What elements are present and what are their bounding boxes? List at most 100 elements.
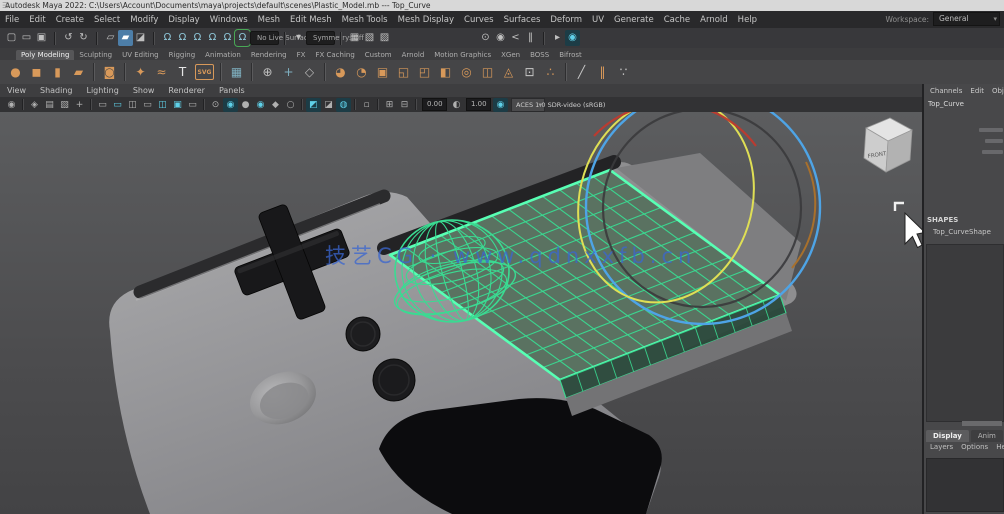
- wireframe-on-shaded-icon[interactable]: ◍: [336, 98, 351, 112]
- menu-item[interactable]: Modify: [125, 15, 163, 25]
- menu-item[interactable]: Surfaces: [499, 15, 546, 25]
- channel-value-row[interactable]: [979, 128, 1003, 132]
- panel-menu-item[interactable]: View: [0, 86, 33, 95]
- shelf-tab[interactable]: XGen: [496, 50, 525, 60]
- loft-icon[interactable]: ≈: [151, 62, 172, 83]
- color-management-icon[interactable]: ◉: [493, 98, 508, 112]
- smooth-mesh-icon[interactable]: ◎: [456, 62, 477, 83]
- sphere-project-icon[interactable]: ◙: [99, 62, 120, 83]
- nav-icon[interactable]: ⊟: [397, 98, 412, 112]
- shelf-menu-icon[interactable]: ☰: [2, 1, 9, 10]
- cache-icon[interactable]: ▧: [362, 30, 377, 46]
- menu-item[interactable]: Edit: [24, 15, 50, 25]
- shelf-tab[interactable]: FX Caching: [310, 50, 359, 60]
- bookmark-icon[interactable]: ▤: [42, 98, 57, 112]
- channel-box-object-name[interactable]: Top_Curve: [924, 97, 1004, 108]
- snap-projected-center-icon[interactable]: Ω: [205, 30, 220, 46]
- hud-icon[interactable]: ▭: [185, 98, 200, 112]
- layer-editor-menu-item[interactable]: Help: [992, 443, 1004, 451]
- playblast-icon[interactable]: ▸: [550, 30, 565, 46]
- panel-menu-item[interactable]: Lighting: [79, 86, 125, 95]
- snap-point-icon[interactable]: Ω: [190, 30, 205, 46]
- menu-item[interactable]: Arnold: [695, 15, 733, 25]
- channel-box-menu-item[interactable]: Channels: [926, 87, 966, 95]
- menu-item[interactable]: Help: [733, 15, 762, 25]
- render-view-icon[interactable]: ⊙: [478, 30, 493, 46]
- panel-menu-item[interactable]: Panels: [212, 86, 252, 95]
- viewport-canvas[interactable]: 技艺CG · www.qdnxxfb.cn FRONT: [0, 112, 922, 514]
- film-gate-icon[interactable]: ▭: [95, 98, 110, 112]
- shelf-tab[interactable]: Bifrost: [554, 50, 587, 60]
- plugin-icon[interactable]: ▫: [359, 98, 374, 112]
- share-icon[interactable]: <: [508, 30, 523, 46]
- shelf-tab[interactable]: Arnold: [397, 50, 430, 60]
- undo-icon[interactable]: ↺: [61, 30, 76, 46]
- shelf-tab[interactable]: Custom: [360, 50, 397, 60]
- poly-cube-icon[interactable]: ◼: [26, 62, 47, 83]
- snap-grid-icon[interactable]: Ω: [160, 30, 175, 46]
- panel-menu-item[interactable]: Shading: [33, 86, 80, 95]
- shelf-tab[interactable]: FX: [292, 50, 311, 60]
- shelf-tab[interactable]: Rendering: [246, 50, 292, 60]
- shelf-tab[interactable]: Poly Modeling: [16, 50, 74, 60]
- type-tool-icon[interactable]: T: [172, 62, 193, 83]
- shape-name[interactable]: Top_CurveShape: [933, 228, 991, 236]
- make-live-icon[interactable]: Ω: [235, 30, 250, 46]
- menu-item[interactable]: Curves: [459, 15, 499, 25]
- construction-history-icon[interactable]: ▦: [347, 30, 362, 46]
- select-component-icon[interactable]: ◪: [133, 30, 148, 46]
- retopo-frame-icon[interactable]: ⊡: [519, 62, 540, 83]
- combine-icon[interactable]: ▣: [372, 62, 393, 83]
- menu-item[interactable]: Edit Mesh: [285, 15, 337, 25]
- svg-tool-icon[interactable]: SVG: [195, 64, 214, 80]
- shelf-tab[interactable]: Animation: [200, 50, 246, 60]
- menu-item[interactable]: Windows: [205, 15, 253, 25]
- snap-align-icon[interactable]: +: [278, 62, 299, 83]
- shelf-tab[interactable]: Sculpting: [74, 50, 117, 60]
- menu-item[interactable]: Select: [89, 15, 125, 25]
- boolean-union-icon[interactable]: ◕: [330, 62, 351, 83]
- safe-title-icon[interactable]: ▣: [170, 98, 185, 112]
- image-plane-icon[interactable]: ▧: [57, 98, 72, 112]
- menu-item[interactable]: Cache: [659, 15, 695, 25]
- poly-plane-icon[interactable]: ▰: [68, 62, 89, 83]
- curve-edit-icon[interactable]: ‖: [592, 62, 613, 83]
- sweep-mesh-icon[interactable]: ▦: [226, 62, 247, 83]
- gate-mask-icon[interactable]: ◫: [125, 98, 140, 112]
- menu-item[interactable]: Create: [51, 15, 89, 25]
- extract-icon[interactable]: ◰: [414, 62, 435, 83]
- layer-editor-tab[interactable]: Anim: [971, 430, 1003, 442]
- exposure-field[interactable]: 0.00: [422, 98, 447, 111]
- shelf-tab[interactable]: UV Editing: [117, 50, 164, 60]
- layer-editor-menu-item[interactable]: Layers: [926, 443, 957, 451]
- gamma-field[interactable]: 1.00: [466, 98, 491, 111]
- grid-toggle-icon[interactable]: ⊞: [382, 98, 397, 112]
- boolean-difference-icon[interactable]: ◔: [351, 62, 372, 83]
- hypershade-icon[interactable]: ◉: [493, 30, 508, 46]
- redo-icon[interactable]: ↻: [76, 30, 91, 46]
- mirror-icon[interactable]: ◫: [477, 62, 498, 83]
- layer-editor-tab[interactable]: Display: [926, 430, 969, 442]
- xray-icon[interactable]: ◪: [321, 98, 336, 112]
- lighting-icon[interactable]: ◉: [223, 98, 238, 112]
- manip-x-axis-arc[interactable]: [594, 112, 756, 146]
- snap-view-plane-icon[interactable]: Ω: [220, 30, 235, 46]
- field-chart-icon[interactable]: ▭: [140, 98, 155, 112]
- channel-box-menu-item[interactable]: Edit: [966, 87, 988, 95]
- input-caret-icon[interactable]: ▾: [291, 30, 306, 46]
- channel-box-menu-item[interactable]: Object: [988, 87, 1004, 95]
- menu-item[interactable]: UV: [587, 15, 609, 25]
- view-transform-select[interactable]: ACES 1.0 SDR-video (sRGB): [511, 98, 545, 112]
- menu-item[interactable]: Mesh: [253, 15, 285, 25]
- layer-editor-menu-item[interactable]: Options: [957, 443, 992, 451]
- resolution-gate-icon[interactable]: ▭: [110, 98, 125, 112]
- sketch-tool-icon[interactable]: ∵: [613, 62, 634, 83]
- shelf-tab[interactable]: Rigging: [164, 50, 201, 60]
- multisample-icon[interactable]: ○: [283, 98, 298, 112]
- ssao-icon[interactable]: ◉: [253, 98, 268, 112]
- menu-item[interactable]: File: [0, 15, 24, 25]
- measure-tool-icon[interactable]: ◇: [299, 62, 320, 83]
- remesh-icon[interactable]: ◬: [498, 62, 519, 83]
- safe-action-icon[interactable]: ◫: [155, 98, 170, 112]
- channel-value-row[interactable]: [982, 150, 1003, 154]
